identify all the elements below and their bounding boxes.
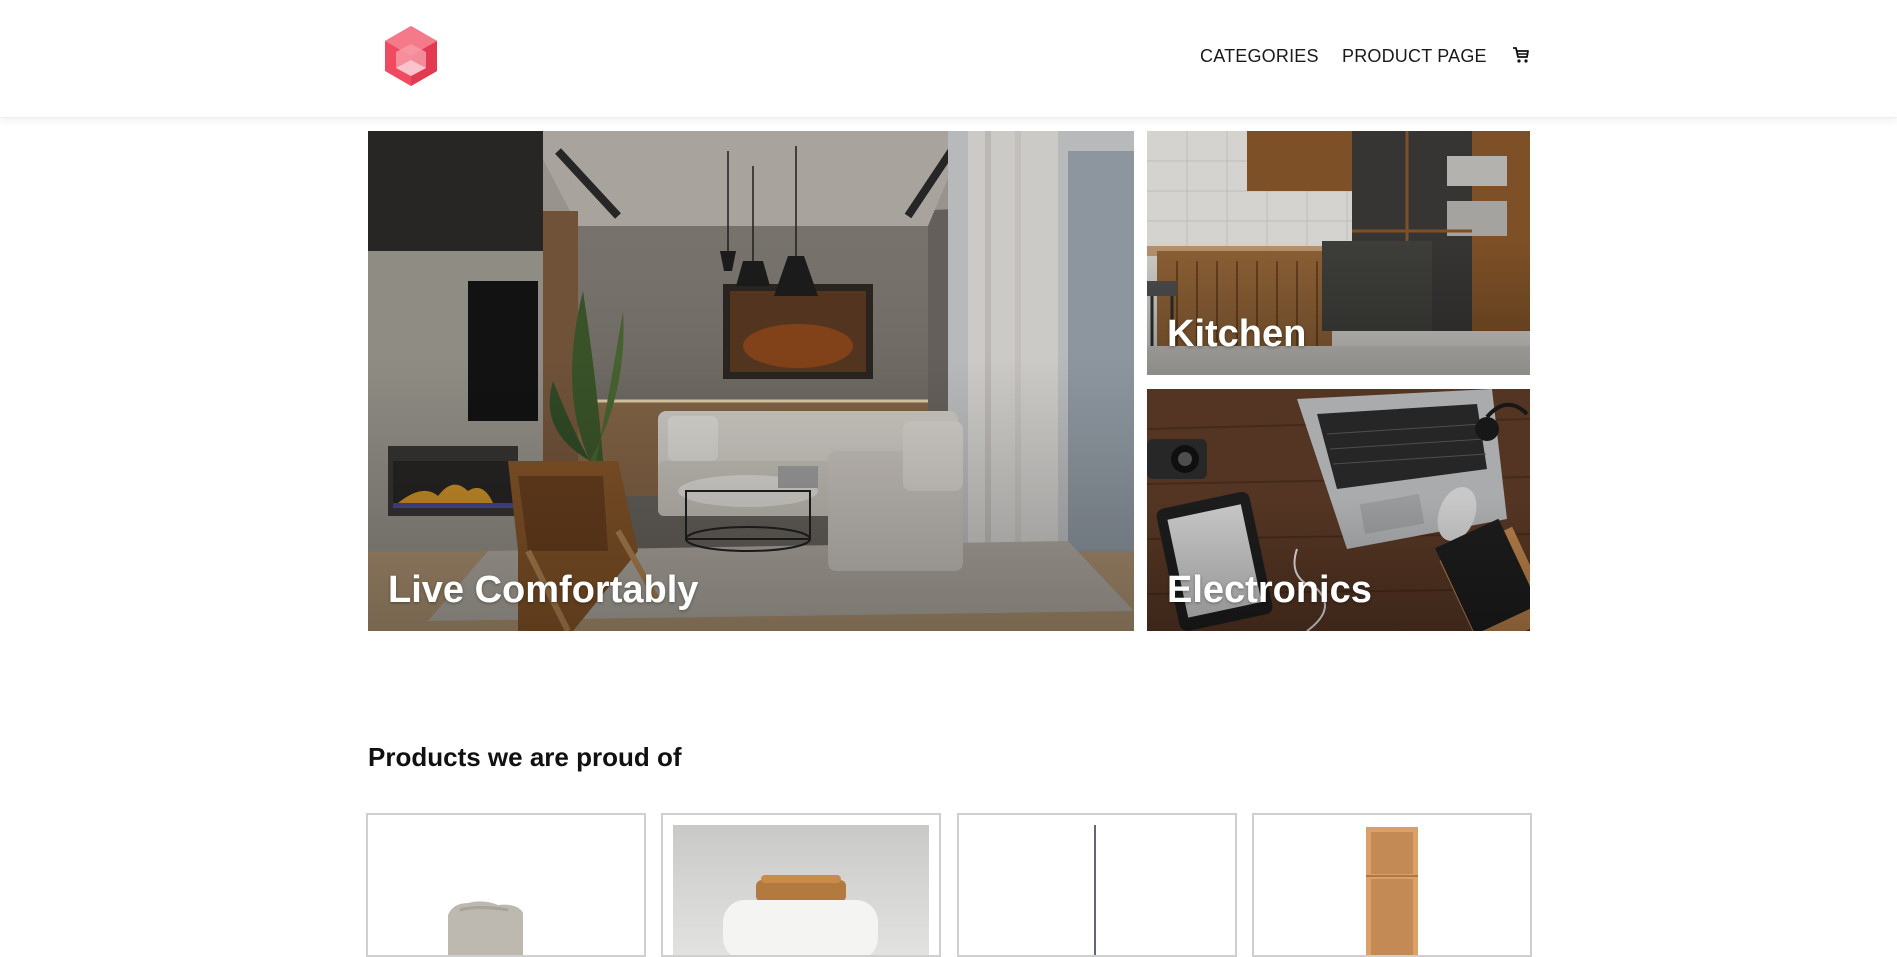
floor-lamp-image <box>959 815 1235 955</box>
logo-icon <box>385 26 437 86</box>
hero-title-electronics: Electronics <box>1167 569 1372 611</box>
product-card[interactable] <box>957 813 1237 957</box>
product-card[interactable] <box>661 813 941 957</box>
site-header: CATEGORIES PRODUCT PAGE <box>0 0 1897 118</box>
armchair-image <box>368 815 644 955</box>
hero-title-live-comfortably: Live Comfortably <box>388 569 699 611</box>
nav-categories-link[interactable]: CATEGORIES <box>1200 46 1319 67</box>
hero-tile-live-comfortably[interactable]: Live Comfortably <box>368 131 1134 631</box>
hero-tile-electronics[interactable]: Electronics <box>1147 389 1530 631</box>
wooden-shelf-image <box>1254 815 1530 955</box>
hero-tile-kitchen[interactable]: Kitchen <box>1147 131 1530 375</box>
cart-icon[interactable] <box>1512 46 1530 64</box>
products-section-heading: Products we are proud of <box>368 742 682 772</box>
product-card[interactable] <box>1252 813 1532 957</box>
hexagon-logo[interactable] <box>382 24 440 88</box>
toaster-image <box>663 815 939 955</box>
nav-product-page-link[interactable]: PRODUCT PAGE <box>1342 46 1487 67</box>
product-card[interactable] <box>366 813 646 957</box>
hero-title-kitchen: Kitchen <box>1167 313 1307 355</box>
